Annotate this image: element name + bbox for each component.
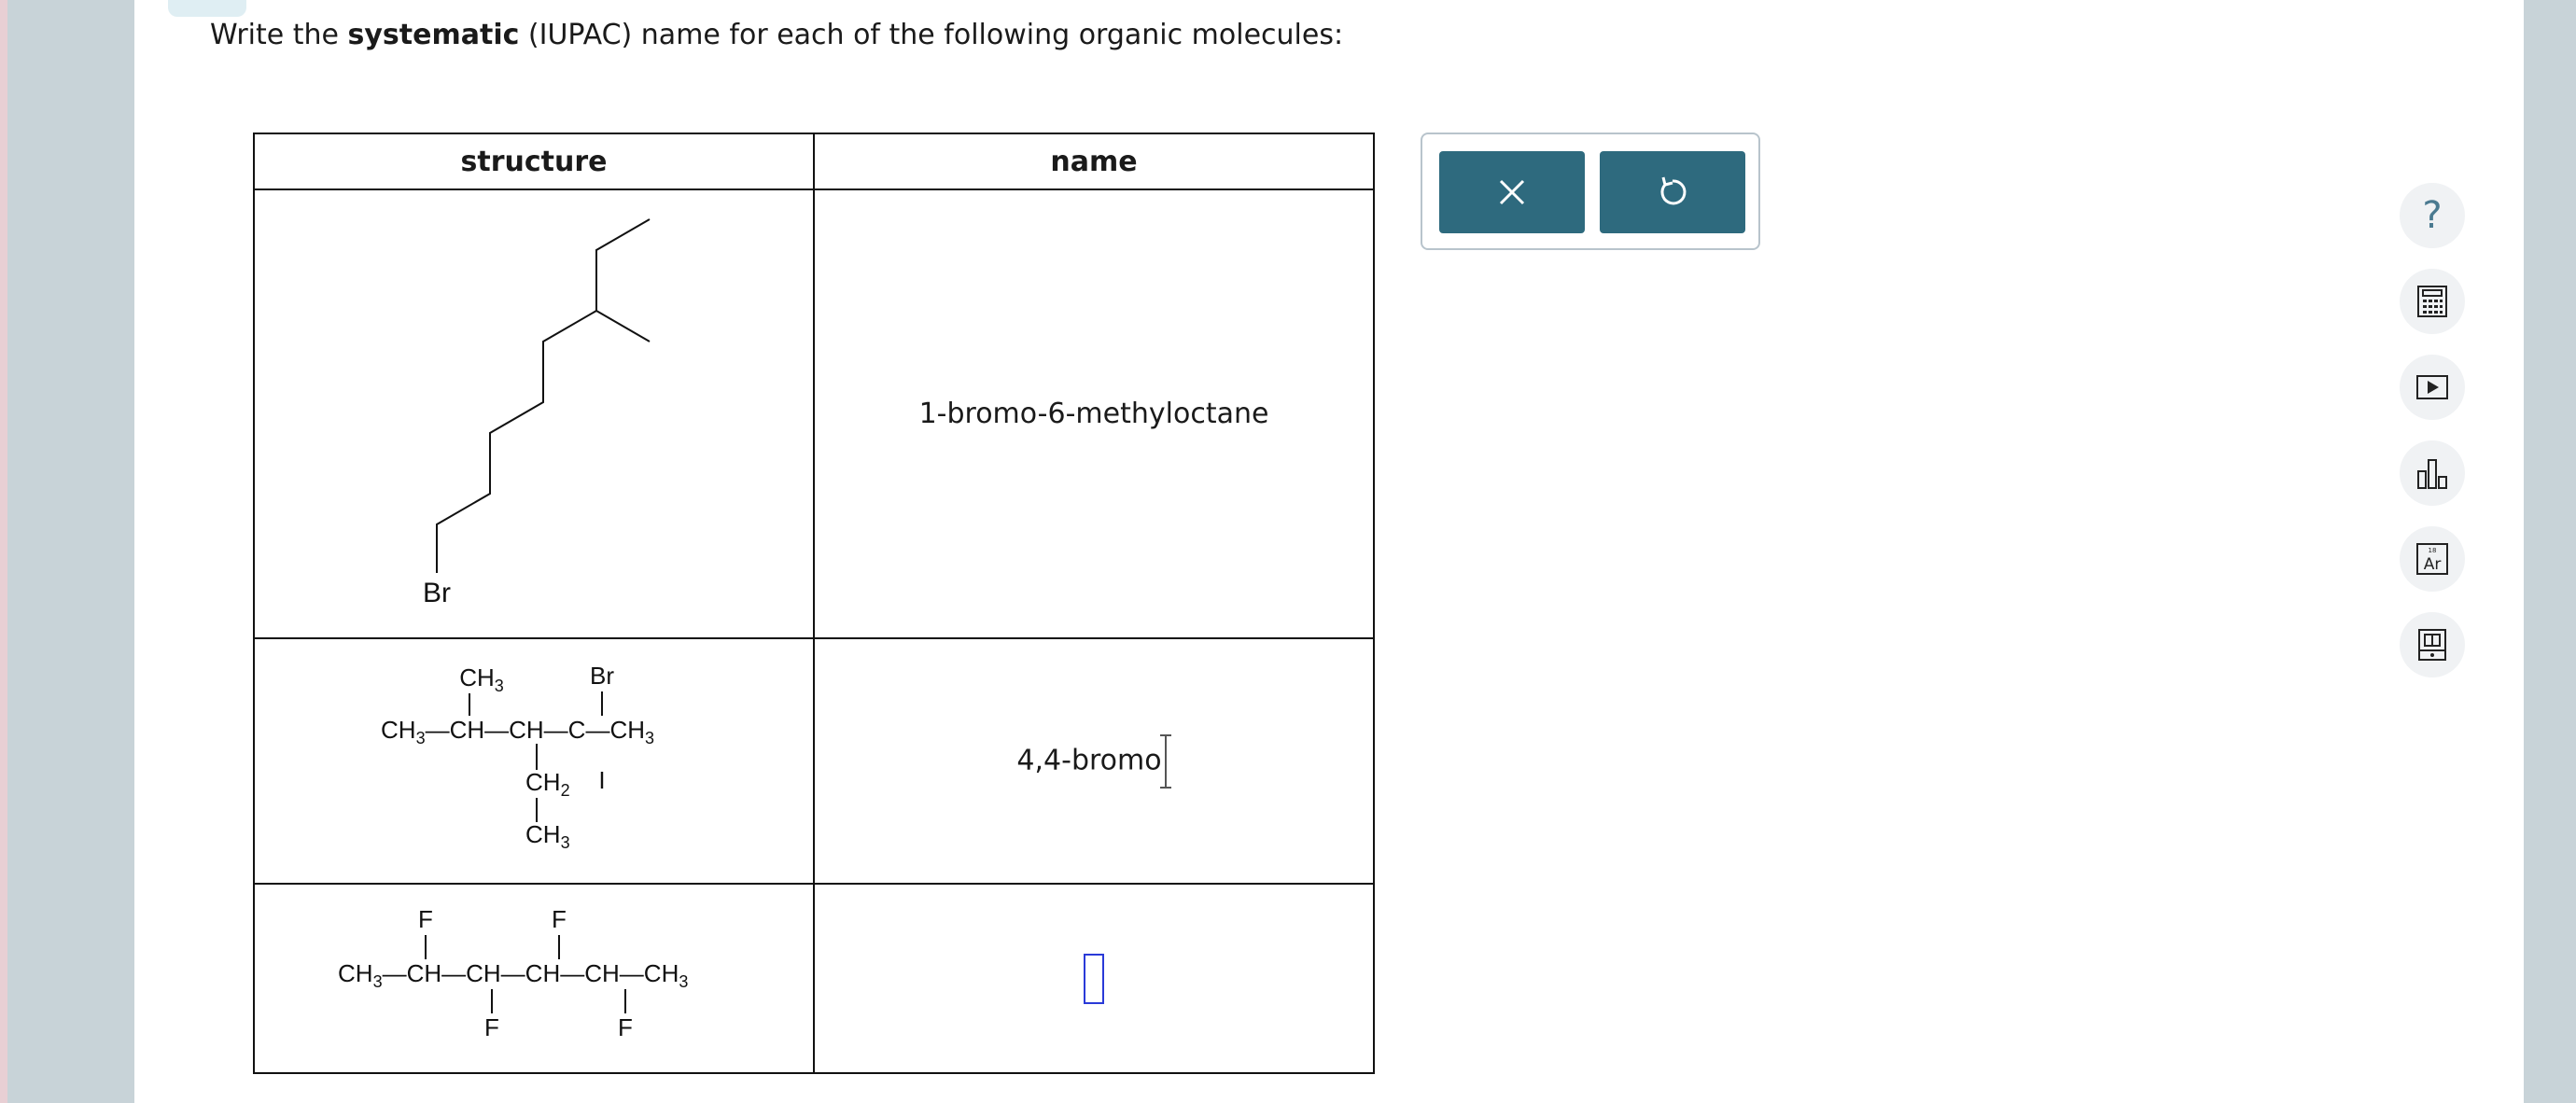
structure-header: structure: [253, 133, 815, 190]
ethyl-ch3-label: CH3: [525, 820, 570, 852]
clear-button[interactable]: [1439, 151, 1585, 233]
naming-table: structure name Br 1-bromo-6-methyloctane…: [253, 133, 1375, 1074]
main-chain-bonds: [436, 218, 651, 573]
condensed-structure-2: CH3 Br CH3—CH—CH—C—CH3 CH2 I CH3: [381, 662, 654, 852]
periodic-number: 18: [2429, 547, 2437, 554]
text-cursor-icon: [1159, 733, 1171, 789]
fluorine-label-1: F: [418, 905, 433, 933]
left-accent-strip: [0, 0, 7, 1103]
structure-cell-3: F F CH3—CH—CH—CH—CH—CH3 F F: [253, 883, 815, 1074]
fluorine-label-3: F: [484, 1013, 499, 1041]
header-row: structure name: [253, 133, 1375, 190]
right-gutter: [2524, 0, 2576, 1103]
reference-book-icon: [2418, 629, 2446, 661]
name-cell-3: [813, 883, 1375, 1074]
data-chart-button[interactable]: [2400, 440, 2465, 506]
answer-actions: [1421, 133, 1760, 250]
answer-1[interactable]: 1-bromo-6-methyloctane: [919, 398, 1269, 430]
methyl-top-label: CH3: [459, 663, 504, 695]
bromine-top-label: Br: [590, 662, 614, 690]
answer-2[interactable]: 4,4-bromo: [1016, 744, 1161, 776]
undo-icon: [1660, 176, 1687, 205]
main-chain-label: CH3—CH—CH—CH—CH—CH3: [338, 959, 688, 991]
name-cell-2: 4,4-bromo: [813, 637, 1375, 885]
question-instructions: Write the systematic (IUPAC) name for ea…: [210, 19, 1343, 51]
help-icon: ?: [2422, 194, 2443, 237]
help-button[interactable]: ?: [2400, 183, 2465, 248]
answer-3-input[interactable]: [1084, 953, 1104, 1004]
fluorine-label-2: F: [552, 905, 567, 933]
undo-button[interactable]: [1600, 151, 1745, 233]
bromine-label: Br: [423, 578, 451, 608]
video-icon: [2416, 375, 2448, 399]
main-chain-label: CH3—CH—CH—C—CH3: [381, 716, 654, 747]
calculator-button[interactable]: [2400, 269, 2465, 334]
name-cell-1: 1-bromo-6-methyloctane: [813, 188, 1375, 639]
chart-icon: [2417, 459, 2447, 489]
close-icon: [1499, 179, 1525, 205]
periodic-table-icon: 18 Ar: [2416, 543, 2448, 575]
table-row: CH3 Br CH3—CH—CH—C—CH3 CH2 I CH3 4,4-bro…: [253, 637, 1375, 885]
periodic-symbol: Ar: [2424, 555, 2442, 574]
structure-cell-2: CH3 Br CH3—CH—CH—C—CH3 CH2 I CH3: [253, 637, 815, 885]
condensed-structure-3: F F CH3—CH—CH—CH—CH—CH3 F F: [338, 905, 688, 1041]
reference-button[interactable]: [2400, 612, 2465, 677]
methyl-branch-bond: [595, 310, 651, 342]
ethyl-ch2-label: CH2: [525, 768, 570, 800]
table-row: F F CH3—CH—CH—CH—CH—CH3 F F: [253, 883, 1375, 1074]
table-row: Br 1-bromo-6-methyloctane: [253, 188, 1375, 639]
instructions-prefix: Write the: [210, 19, 348, 51]
top-tab[interactable]: [168, 0, 246, 17]
instructions-bold: systematic: [347, 19, 520, 51]
periodic-table-button[interactable]: 18 Ar: [2400, 526, 2465, 592]
left-gutter: [7, 0, 134, 1103]
skeletal-structure-1: Br: [423, 218, 651, 608]
video-button[interactable]: [2400, 355, 2465, 420]
name-header: name: [813, 133, 1375, 190]
instructions-suffix: (IUPAC) name for each of the following o…: [519, 19, 1344, 51]
fluorine-label-4: F: [618, 1013, 633, 1041]
iodine-label: I: [598, 766, 605, 794]
structure-cell-1: Br: [253, 188, 815, 639]
calculator-icon: [2417, 286, 2447, 317]
